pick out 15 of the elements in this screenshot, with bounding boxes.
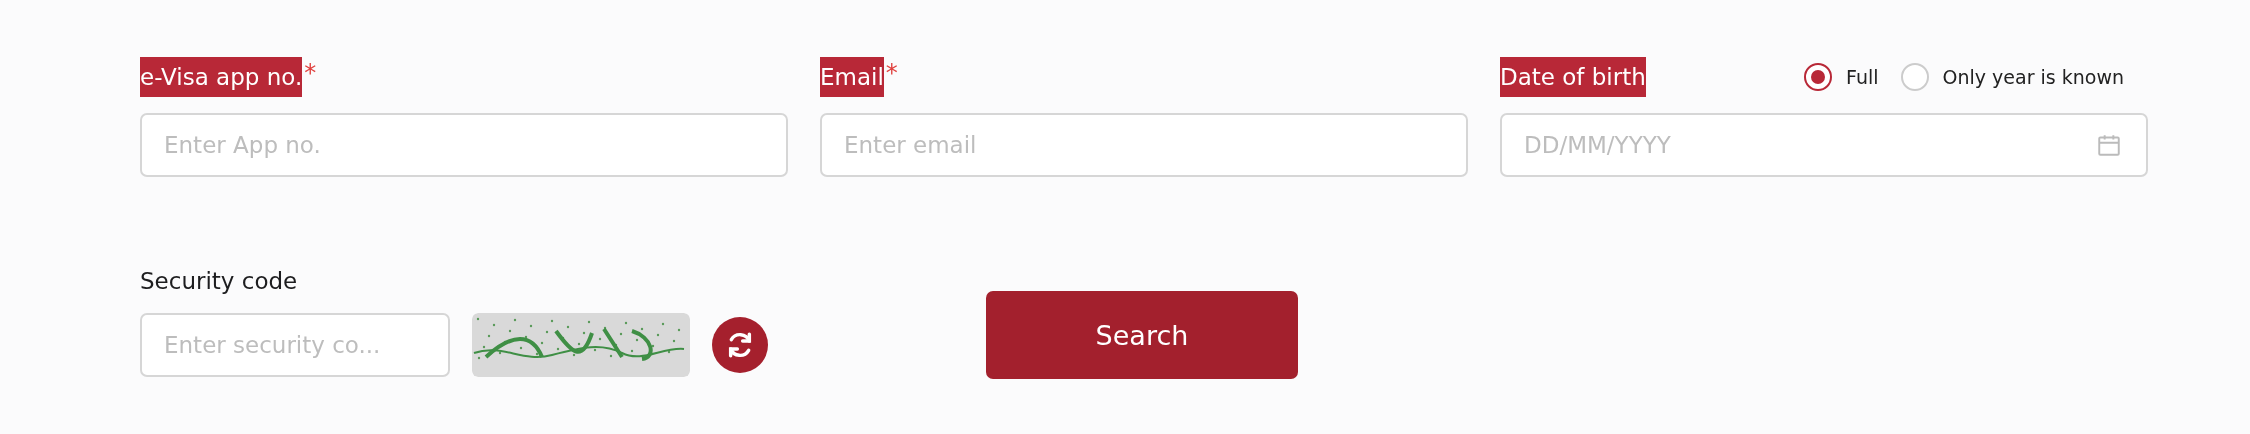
required-mark: * bbox=[304, 59, 317, 87]
field-label: e-Visa app no. bbox=[140, 57, 303, 97]
radio-option[interactable]: Full bbox=[1804, 63, 1879, 91]
search-button[interactable]: Search bbox=[986, 291, 1298, 379]
input-field[interactable]: Enter email bbox=[820, 113, 1468, 177]
required-mark: * bbox=[885, 59, 898, 87]
field-label: Email bbox=[820, 57, 884, 97]
date-field[interactable]: DD/MM/YYYY bbox=[1500, 113, 2148, 177]
input-field[interactable]: Enter App no. bbox=[140, 113, 788, 177]
calendar-icon bbox=[2096, 132, 2122, 158]
radio-option[interactable]: Only year is known bbox=[1900, 63, 2124, 91]
input-field[interactable]: Enter security co... bbox=[140, 313, 450, 377]
field-label: Security code bbox=[140, 267, 299, 296]
refresh-button[interactable] bbox=[712, 317, 768, 373]
field-label: Date of birth bbox=[1500, 57, 1646, 97]
